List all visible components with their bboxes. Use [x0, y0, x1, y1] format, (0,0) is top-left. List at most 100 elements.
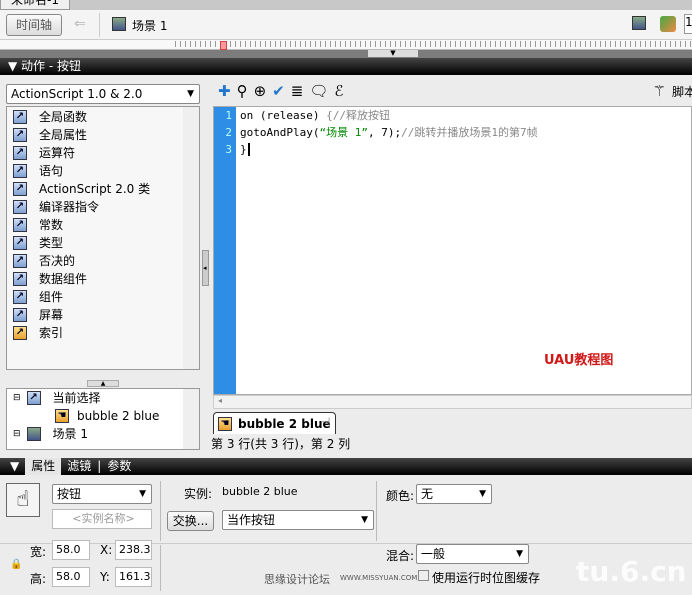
back-arrow-icon[interactable]: ⇐: [74, 16, 86, 32]
symbol-type-value: 按钮: [57, 487, 82, 501]
collapse-icon[interactable]: ▼: [10, 458, 19, 475]
color-select[interactable]: 无 ▼: [416, 484, 492, 504]
playhead[interactable]: [220, 41, 227, 50]
splitter-handle[interactable]: ▲: [87, 380, 119, 387]
insert-target-path-icon[interactable]: ⊕: [254, 82, 267, 100]
script-assist-button[interactable]: 脚本: [672, 83, 692, 100]
code-text: on (release): [240, 109, 327, 122]
line-number: 1: [225, 109, 232, 122]
find-icon[interactable]: ⚲: [237, 82, 248, 100]
behavior-value: 当作按钮: [227, 513, 276, 527]
toolbox-category[interactable]: ↗ 常数: [7, 216, 199, 234]
code-comment: {//释放按钮: [326, 109, 390, 122]
actionscript-version-select[interactable]: ActionScript 1.0 & 2.0 ▼: [6, 84, 200, 104]
script-tab-label: bubble 2 blue: [238, 416, 331, 431]
debug-options-icon[interactable]: ℰ: [334, 82, 343, 100]
cache-bitmap-checkbox[interactable]: [418, 570, 429, 581]
navigator-scrollbar[interactable]: [183, 389, 199, 449]
document-tab[interactable]: 未命名-1: [0, 0, 70, 10]
cursor-status: 第 3 行(共 3 行)，第 2 列: [211, 437, 351, 451]
toolbox-category[interactable]: ↗ 语句: [7, 162, 199, 180]
symbol-type-select[interactable]: 按钮 ▼: [52, 484, 152, 504]
book-icon: ↗: [13, 308, 27, 322]
tree-item-current-selection[interactable]: ⊟ ↗ 当前选择: [7, 389, 199, 407]
behavior-select[interactable]: 当作按钮 ▼: [222, 510, 374, 530]
scene-clapper-icon: [26, 427, 41, 441]
edit-bar: 时间轴 ⇐ 场景 1 1: [0, 10, 692, 40]
toolbox-category[interactable]: ↗ 组件: [7, 288, 199, 306]
tree-item-instance[interactable]: ☚ bubble 2 blue: [7, 407, 199, 425]
script-editor[interactable]: 123 on (release) {//释放按钮 gotoAndPlay(“场景 …: [213, 106, 692, 395]
toolbox-category[interactable]: ↗ ActionScript 2.0 类: [7, 180, 199, 198]
toolbox-category[interactable]: ↗ 全局属性: [7, 126, 199, 144]
line-number: 3: [225, 143, 232, 156]
toolbox-category[interactable]: ↗ 数据组件: [7, 270, 199, 288]
tab-parameters[interactable]: 参数: [107, 458, 131, 475]
category-label: 索引: [39, 326, 64, 340]
tree-item-scene[interactable]: ⊟ 场景 1: [7, 425, 199, 443]
auto-format-icon[interactable]: ≣: [291, 82, 304, 100]
toolbox-category[interactable]: ↗ 类型: [7, 234, 199, 252]
tree-label: 场景 1: [52, 427, 88, 441]
chevron-down-icon: ▼: [479, 489, 486, 499]
swap-button[interactable]: 交换...: [167, 511, 214, 531]
actions-panel-header[interactable]: ▼ 动作 - 按钮: [0, 58, 692, 75]
category-label: 全局属性: [39, 128, 88, 142]
tab-filters[interactable]: 滤镜: [67, 458, 91, 475]
code-area[interactable]: on (release) {//释放按钮 gotoAndPlay(“场景 1”, …: [240, 107, 538, 158]
y-input[interactable]: 161.3: [115, 567, 152, 587]
zoom-field[interactable]: 1: [684, 14, 692, 34]
script-tab[interactable]: ☚ bubble 2 blue: [213, 412, 336, 434]
collapse-handle[interactable]: ▼: [368, 50, 418, 57]
collapse-toolbox-handle[interactable]: ◂: [202, 250, 209, 286]
category-label: 语句: [39, 164, 64, 178]
edit-scene-icon[interactable]: [632, 16, 646, 30]
edit-symbol-icon[interactable]: [660, 16, 676, 32]
toolbox-category[interactable]: ↗ 运算符: [7, 144, 199, 162]
tab-properties[interactable]: 属性: [25, 458, 62, 475]
code-string: “场景 1”: [319, 126, 368, 139]
blend-value: 一般: [421, 547, 446, 561]
pin-script-icon[interactable]: ⊣: [320, 415, 330, 429]
button-symbol-icon: ☝: [6, 483, 40, 517]
book-icon: ↗: [13, 254, 27, 268]
category-label: 编译器指令: [39, 200, 100, 214]
chevron-down-icon: ▼: [361, 515, 368, 525]
book-icon: ↗: [13, 164, 27, 178]
toolbox-category[interactable]: ↗ 索引: [7, 324, 199, 342]
panel-divider: [0, 50, 692, 58]
toolbox-category[interactable]: ↗ 否决的: [7, 252, 199, 270]
lock-icon[interactable]: 🔒: [10, 559, 22, 570]
width-input[interactable]: 58.0: [52, 540, 90, 560]
toolbox-category[interactable]: ↗ 编译器指令: [7, 198, 199, 216]
editor-hscrollbar[interactable]: ◂: [213, 395, 692, 409]
toolbox-category[interactable]: ↗ 全局函数: [7, 108, 199, 126]
timeline-button[interactable]: 时间轴: [6, 14, 62, 36]
code-line: on (release) {//释放按钮: [240, 107, 538, 124]
height-label: 高:: [30, 572, 47, 586]
document-tab-strip: [0, 0, 692, 10]
tree-label: bubble 2 blue: [77, 409, 160, 423]
height-input[interactable]: 58.0: [52, 567, 90, 587]
code-comment: //跳转并播放场景1的第7帧: [401, 126, 538, 139]
toolbox-category[interactable]: ↗ 屏幕: [7, 306, 199, 324]
book-icon: ↗: [13, 182, 27, 196]
script-assist-wand-icon[interactable]: ⚚: [653, 82, 666, 100]
x-input[interactable]: 238.3: [115, 540, 152, 560]
category-label: 否决的: [39, 254, 76, 268]
show-code-hint-icon[interactable]: 🗨: [309, 82, 328, 100]
actions-toolbox: ↗ 全局函数 ↗ 全局属性 ↗ 运算符 ↗ 语句 ↗ ActionScript 2.0 类 ↗ 编译器…: [6, 106, 200, 370]
toolbox-scrollbar[interactable]: [183, 107, 199, 369]
add-item-icon[interactable]: ✚: [218, 82, 231, 100]
book-icon: ↗: [13, 146, 27, 160]
scene-label[interactable]: 场景 1: [132, 17, 167, 34]
category-label: 屏幕: [39, 308, 64, 322]
scene-clapper-icon: [112, 17, 126, 31]
book-icon: ↗: [13, 236, 27, 250]
text-cursor: [247, 143, 257, 156]
watermark-text: UAU教程图: [544, 353, 614, 368]
tree-label: 当前选择: [52, 391, 101, 405]
check-syntax-icon[interactable]: ✔: [272, 82, 285, 100]
blend-select[interactable]: 一般 ▼: [416, 544, 529, 564]
instance-name-input[interactable]: <实例名称>: [52, 509, 152, 529]
